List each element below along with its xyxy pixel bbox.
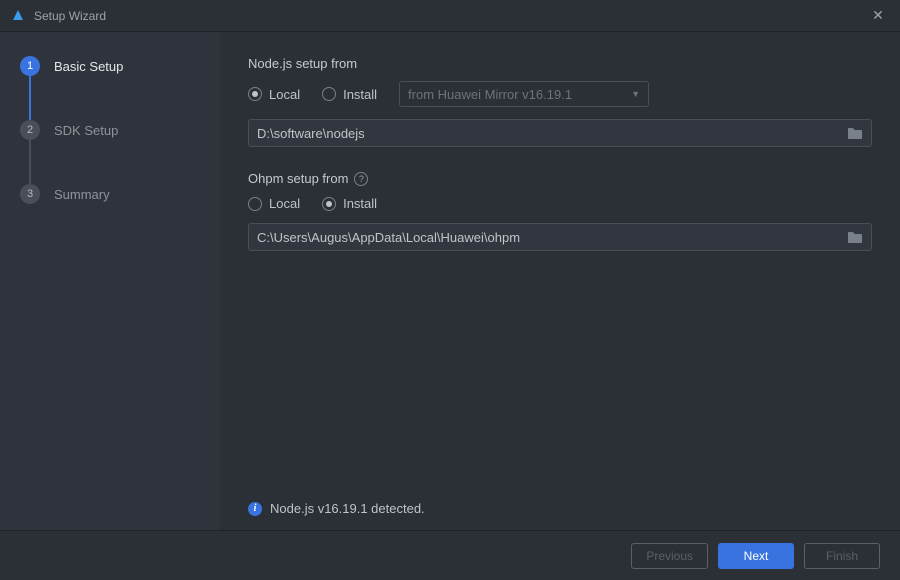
ohpm-radio-install[interactable]: Install xyxy=(322,196,377,211)
wizard-content: Node.js setup from Local Install from Hu… xyxy=(220,32,900,530)
step-label: Basic Setup xyxy=(54,59,123,74)
step-number: 3 xyxy=(20,184,40,204)
info-icon: i xyxy=(248,502,262,516)
ohpm-radio-local[interactable]: Local xyxy=(248,196,300,211)
step-summary[interactable]: 3 Summary xyxy=(20,184,200,204)
nodejs-path-input[interactable] xyxy=(257,126,847,141)
folder-icon[interactable] xyxy=(847,230,863,244)
previous-button: Previous xyxy=(631,543,708,569)
step-label: Summary xyxy=(54,187,110,202)
ohpm-section-text: Ohpm setup from xyxy=(248,171,348,186)
step-sdk-setup[interactable]: 2 SDK Setup xyxy=(20,120,200,140)
folder-icon[interactable] xyxy=(847,126,863,140)
help-icon[interactable]: ? xyxy=(354,172,368,186)
nodejs-radio-install[interactable]: Install xyxy=(322,87,377,102)
nodejs-radio-local[interactable]: Local xyxy=(248,87,300,102)
chevron-down-icon: ▼ xyxy=(631,89,640,99)
step-connector xyxy=(29,76,31,120)
dropdown-value: from Huawei Mirror v16.19.1 xyxy=(408,87,572,102)
nodejs-radio-row: Local Install from Huawei Mirror v16.19.… xyxy=(248,81,872,107)
radio-icon xyxy=(322,197,336,211)
nodejs-path-field[interactable] xyxy=(248,119,872,147)
footer: Previous Next Finish xyxy=(0,530,900,580)
app-logo-icon xyxy=(10,8,26,24)
status-message: Node.js v16.19.1 detected. xyxy=(270,501,425,516)
close-icon[interactable]: ✕ xyxy=(866,4,890,28)
finish-button: Finish xyxy=(804,543,880,569)
status-row: i Node.js v16.19.1 detected. xyxy=(248,501,872,520)
window-title: Setup Wizard xyxy=(34,9,106,23)
wizard-steps-sidebar: 1 Basic Setup 2 SDK Setup 3 Summary xyxy=(0,32,220,530)
ohpm-radio-row: Local Install xyxy=(248,196,872,211)
nodejs-mirror-dropdown: from Huawei Mirror v16.19.1 ▼ xyxy=(399,81,649,107)
radio-label: Local xyxy=(269,196,300,211)
step-number: 1 xyxy=(20,56,40,76)
radio-icon xyxy=(322,87,336,101)
ohpm-section-label: Ohpm setup from ? xyxy=(248,171,872,186)
step-number: 2 xyxy=(20,120,40,140)
titlebar: Setup Wizard ✕ xyxy=(0,0,900,32)
ohpm-path-input[interactable] xyxy=(257,230,847,245)
radio-label: Install xyxy=(343,87,377,102)
step-connector xyxy=(29,140,31,184)
nodejs-section-label: Node.js setup from xyxy=(248,56,872,71)
ohpm-path-field[interactable] xyxy=(248,223,872,251)
step-basic-setup[interactable]: 1 Basic Setup xyxy=(20,56,200,76)
step-label: SDK Setup xyxy=(54,123,118,138)
radio-label: Install xyxy=(343,196,377,211)
radio-label: Local xyxy=(269,87,300,102)
radio-icon xyxy=(248,87,262,101)
next-button[interactable]: Next xyxy=(718,543,794,569)
radio-icon xyxy=(248,197,262,211)
